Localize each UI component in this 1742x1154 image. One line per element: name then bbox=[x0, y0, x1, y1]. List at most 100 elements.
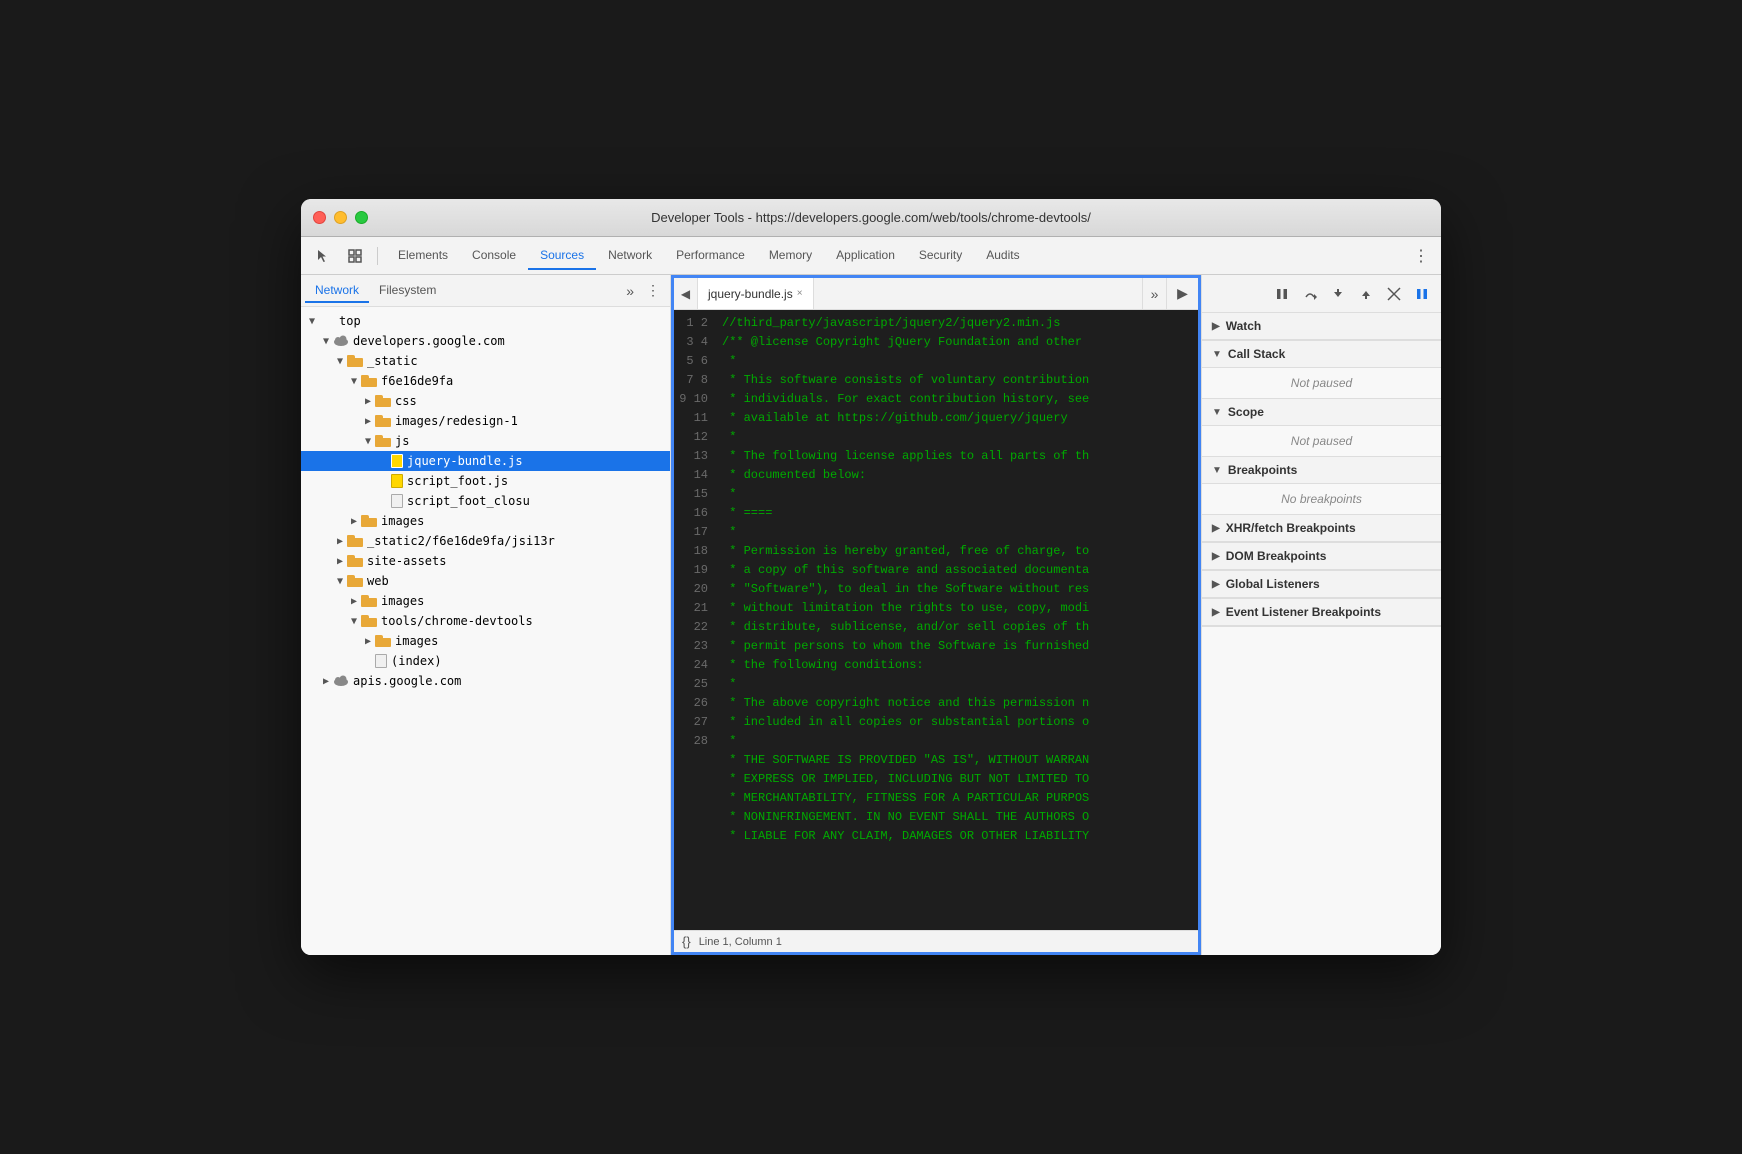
file-icon-script-closure bbox=[391, 494, 403, 508]
step-into-icon[interactable] bbox=[1325, 281, 1351, 307]
maximize-button[interactable] bbox=[355, 211, 368, 224]
curly-braces-icon[interactable]: {} bbox=[682, 934, 691, 949]
cloud-icon-apis bbox=[333, 675, 349, 687]
inspect-icon[interactable] bbox=[341, 242, 369, 270]
tab-application[interactable]: Application bbox=[824, 242, 907, 270]
left-panel: Network Filesystem » ⋮ ▼ top ▼ d bbox=[301, 275, 671, 955]
left-panel-more-icon[interactable]: » bbox=[620, 281, 640, 301]
tree-item-css[interactable]: ▶ css bbox=[301, 391, 670, 411]
tree-item-tools-images[interactable]: ▶ images bbox=[301, 631, 670, 651]
tab-performance[interactable]: Performance bbox=[664, 242, 757, 270]
step-out-icon[interactable] bbox=[1353, 281, 1379, 307]
tree-item-site-assets[interactable]: ▶ site-assets bbox=[301, 551, 670, 571]
right-section-header-breakpoints[interactable]: ▼Breakpoints bbox=[1202, 457, 1441, 484]
right-section-header-dom-breakpoints[interactable]: ▶DOM Breakpoints bbox=[1202, 543, 1441, 570]
tree-label-script-closure: script_foot_closu bbox=[407, 494, 530, 508]
toolbar-tabs: Elements Console Sources Network Perform… bbox=[386, 242, 1405, 270]
toolbar-more-icon[interactable]: ⋮ bbox=[1409, 246, 1433, 266]
right-section-header-global-listeners[interactable]: ▶Global Listeners bbox=[1202, 571, 1441, 598]
right-toolbar bbox=[1202, 275, 1441, 313]
tree-arrow-top: ▼ bbox=[305, 316, 319, 327]
tab-network[interactable]: Network bbox=[596, 242, 664, 270]
window-title: Developer Tools - https://developers.goo… bbox=[651, 210, 1091, 225]
left-panel-tabs: Network Filesystem » ⋮ bbox=[301, 275, 670, 307]
tab-console[interactable]: Console bbox=[460, 242, 528, 270]
tree-arrow-tools-images: ▶ bbox=[361, 636, 375, 647]
step-over-icon[interactable] bbox=[1297, 281, 1323, 307]
tree-arrow-js: ▼ bbox=[361, 436, 375, 447]
right-section-arrow-breakpoints: ▼ bbox=[1212, 465, 1222, 476]
file-icon-index bbox=[375, 654, 387, 668]
tree-item-script-foot[interactable]: script_foot.js bbox=[301, 471, 670, 491]
tab-sources[interactable]: Sources bbox=[528, 242, 596, 270]
tree-item-script-closure[interactable]: script_foot_closu bbox=[301, 491, 670, 511]
pause-icon[interactable] bbox=[1269, 281, 1295, 307]
folder-icon-tools bbox=[361, 615, 377, 627]
tab-security[interactable]: Security bbox=[907, 242, 974, 270]
tree-label-script-foot: script_foot.js bbox=[407, 474, 508, 488]
tree-item-images-redesign[interactable]: ▶ images/redesign-1 bbox=[301, 411, 670, 431]
tree-item-f6e[interactable]: ▼ f6e16de9fa bbox=[301, 371, 670, 391]
right-section-label-scope: Scope bbox=[1228, 405, 1264, 419]
minimize-button[interactable] bbox=[334, 211, 347, 224]
code-content[interactable]: //third_party/javascript/jquery2/jquery2… bbox=[714, 310, 1198, 930]
right-section-header-xhr-breakpoints[interactable]: ▶ XHR/fetch Breakpoints bbox=[1202, 515, 1441, 542]
tree-item-static2[interactable]: ▶ _static2/f6e16de9fa/jsi13r bbox=[301, 531, 670, 551]
tree-label-web: web bbox=[367, 574, 389, 588]
deactivate-breakpoints-icon[interactable] bbox=[1381, 281, 1407, 307]
right-section-body-breakpoints: No breakpoints bbox=[1202, 484, 1441, 514]
tree-item-web[interactable]: ▼ web bbox=[301, 571, 670, 591]
close-button[interactable] bbox=[313, 211, 326, 224]
right-section-label-watch: Watch bbox=[1226, 319, 1262, 333]
right-section-label-xhr-breakpoints: XHR/fetch Breakpoints bbox=[1226, 521, 1356, 535]
right-section-arrow-call-stack: ▼ bbox=[1212, 349, 1222, 360]
tree-item-images[interactable]: ▶ images bbox=[301, 511, 670, 531]
tree-arrow-static: ▼ bbox=[333, 356, 347, 367]
folder-icon-f6e bbox=[361, 375, 377, 387]
tree-item-index[interactable]: (index) bbox=[301, 651, 670, 671]
tree-item-js[interactable]: ▼ js bbox=[301, 431, 670, 451]
right-section-body-scope: Not paused bbox=[1202, 426, 1441, 456]
right-section-arrow-dom-breakpoints: ▶ bbox=[1212, 551, 1220, 562]
tree-item-static[interactable]: ▼ _static bbox=[301, 351, 670, 371]
tree-label-tools: tools/chrome-devtools bbox=[381, 614, 533, 628]
tab-elements[interactable]: Elements bbox=[386, 242, 460, 270]
tree-item-jquery[interactable]: jquery-bundle.js bbox=[301, 451, 670, 471]
source-tab-prev-icon[interactable]: ◀ bbox=[674, 278, 698, 309]
status-bar: {} Line 1, Column 1 bbox=[674, 930, 1198, 952]
tab-audits[interactable]: Audits bbox=[974, 242, 1031, 270]
folder-icon-js bbox=[375, 435, 391, 447]
tab-memory[interactable]: Memory bbox=[757, 242, 824, 270]
right-section-label-event-listeners: Event Listener Breakpoints bbox=[1226, 605, 1381, 619]
folder-icon-web bbox=[347, 575, 363, 587]
source-tab-close-icon[interactable]: × bbox=[797, 288, 803, 299]
left-panel-menu-icon[interactable]: ⋮ bbox=[640, 280, 666, 301]
right-section-header-scope[interactable]: ▼Scope bbox=[1202, 399, 1441, 426]
right-section-header-call-stack[interactable]: ▼Call Stack bbox=[1202, 341, 1441, 368]
right-section-arrow-xhr-breakpoints: ▶ bbox=[1212, 523, 1220, 534]
tree-item-web-images[interactable]: ▶ images bbox=[301, 591, 670, 611]
tree-label-apis: apis.google.com bbox=[353, 674, 461, 688]
tree-item-top[interactable]: ▼ top bbox=[301, 311, 670, 331]
tree-label-web-images: images bbox=[381, 594, 424, 608]
disable-pause-icon[interactable] bbox=[1409, 281, 1435, 307]
tree-item-apis[interactable]: ▶ apis.google.com bbox=[301, 671, 670, 691]
right-panel: ▶Watch▼Call StackNot paused▼ScopeNot pau… bbox=[1201, 275, 1441, 955]
right-section-arrow-watch: ▶ bbox=[1212, 321, 1220, 332]
devtools-toolbar: Elements Console Sources Network Perform… bbox=[301, 237, 1441, 275]
tree-item-developers[interactable]: ▼ developers.google.com bbox=[301, 331, 670, 351]
right-section-header-watch[interactable]: ▶ Watch bbox=[1202, 313, 1441, 340]
tree-label-developers: developers.google.com bbox=[353, 334, 505, 348]
right-section-xhr-breakpoints: ▶ XHR/fetch Breakpoints bbox=[1202, 515, 1441, 543]
right-section-header-event-listeners[interactable]: ▶Event Listener Breakpoints bbox=[1202, 599, 1441, 626]
tree-item-tools[interactable]: ▼ tools/chrome-devtools bbox=[301, 611, 670, 631]
source-tab-jquery[interactable]: jquery-bundle.js × bbox=[698, 278, 814, 309]
tree-arrow-apis: ▶ bbox=[319, 676, 333, 687]
tab-filesystem[interactable]: Filesystem bbox=[369, 279, 446, 303]
tree-label-jquery: jquery-bundle.js bbox=[407, 454, 523, 468]
source-play-icon[interactable]: ▶ bbox=[1166, 278, 1198, 309]
tab-network[interactable]: Network bbox=[305, 279, 369, 303]
source-tab-more-icon[interactable]: » bbox=[1142, 278, 1166, 309]
cursor-icon[interactable] bbox=[309, 242, 337, 270]
tree-label-static2: _static2/f6e16de9fa/jsi13r bbox=[367, 534, 555, 548]
